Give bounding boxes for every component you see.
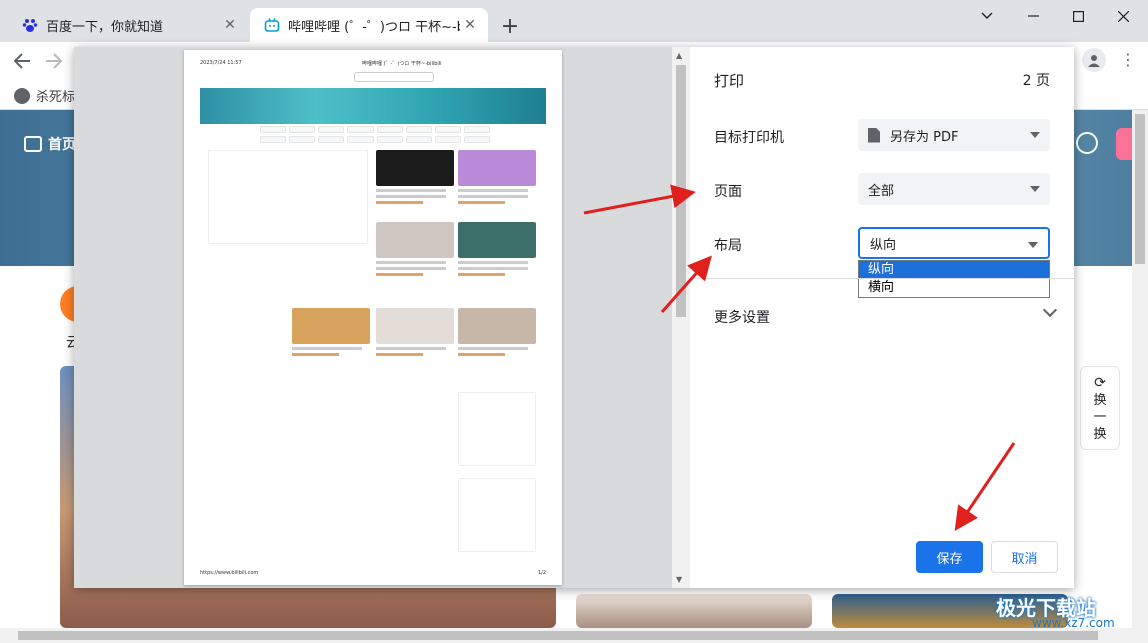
more-settings-toggle[interactable]: 更多设置 xyxy=(714,307,770,327)
watermark-url: www.xz7.com xyxy=(1032,616,1115,628)
document-icon xyxy=(868,127,880,143)
preview-feature-box xyxy=(208,150,368,244)
preview-footer-url: https://www.bilibili.com xyxy=(200,570,259,576)
baidu-paw-icon xyxy=(22,17,38,33)
swap-button[interactable]: ⟳ 换 一 换 xyxy=(1080,366,1120,450)
tab-baidu[interactable]: 百度一下，你就知道 ✕ xyxy=(8,8,248,42)
layout-option-portrait[interactable]: 纵向 xyxy=(859,261,1049,279)
bilibili-tv-icon xyxy=(264,17,280,33)
preview-video-card xyxy=(292,308,370,356)
page-count: 2 页 xyxy=(1022,73,1050,89)
preview-video-card xyxy=(458,308,536,356)
swap-label: 换 xyxy=(1093,427,1107,442)
preview-placeholder-card xyxy=(458,478,536,552)
preview-video-card xyxy=(376,150,454,204)
print-settings-panel: 打印 2 页 目标打印机 另存为 PDF 页面 全部 布局 纵向 纵向 横向 更… xyxy=(690,47,1074,588)
back-arrow-icon[interactable] xyxy=(8,47,36,75)
destination-value: 另存为 PDF xyxy=(890,129,959,145)
new-tab-button[interactable]: + xyxy=(498,14,522,39)
dialog-title: 打印 xyxy=(714,72,745,90)
pages-label: 页面 xyxy=(714,184,742,200)
refresh-icon: ⟳ xyxy=(1094,375,1106,391)
preview-placeholder-card xyxy=(458,392,536,466)
scroll-up-icon[interactable]: ▲ xyxy=(676,51,682,60)
preview-video-card xyxy=(376,222,454,276)
menu-kebab-icon[interactable]: ⋮ xyxy=(1120,50,1136,69)
preview-video-card xyxy=(376,308,454,356)
close-window-icon[interactable] xyxy=(1100,0,1146,32)
preview-footer-page: 1/2 xyxy=(538,570,547,576)
caret-down-icon xyxy=(1030,132,1040,138)
scroll-down-icon[interactable]: ▼ xyxy=(676,575,682,584)
tab-strip: 百度一下，你就知道 ✕ 哔哩哔哩 (゜-゜)つロ 干杯~-bilibili ✕ … xyxy=(0,0,1148,42)
tab-title: 哔哩哔哩 (゜-゜)つロ 干杯~-bilibili xyxy=(288,19,460,35)
caret-down-icon xyxy=(1030,186,1040,192)
layout-value: 纵向 xyxy=(870,237,897,253)
tab-title: 百度一下，你就知道 xyxy=(46,19,164,35)
bilibili-tv-icon xyxy=(24,136,42,152)
globe-icon xyxy=(14,87,30,104)
video-thumbnail[interactable] xyxy=(576,594,812,628)
tab-search-icon[interactable] xyxy=(964,0,1010,32)
maximize-icon[interactable] xyxy=(1055,0,1101,32)
settings-divider xyxy=(690,278,1074,279)
preview-page: 2023/7/24 11:57 哔哩哔哩 (゜-゜)つロ 干杯~-bilibil… xyxy=(184,50,562,585)
layout-label: 布局 xyxy=(714,238,742,254)
forward-arrow-icon[interactable] xyxy=(40,47,68,75)
minimize-icon[interactable] xyxy=(1010,0,1056,32)
caret-down-icon xyxy=(1028,242,1038,248)
home-label: 首页 xyxy=(48,137,76,153)
print-dialog: 2023/7/24 11:57 哔哩哔哩 (゜-゜)つロ 干杯~-bilibil… xyxy=(74,47,1074,588)
preview-date: 2023/7/24 11:57 xyxy=(200,60,242,66)
layout-dropdown: 纵向 横向 xyxy=(858,260,1050,298)
preview-title: 哔哩哔哩 (゜-゜)つロ 干杯~-bilibili xyxy=(362,61,442,67)
pages-value: 全部 xyxy=(868,183,895,199)
pages-select[interactable]: 全部 xyxy=(858,173,1050,205)
swap-label: 换 xyxy=(1093,393,1107,408)
layout-select[interactable]: 纵向 xyxy=(858,227,1050,259)
destination-label: 目标打印机 xyxy=(714,130,784,146)
lightbulb-icon[interactable] xyxy=(1076,132,1098,154)
home-link[interactable]: 首页 xyxy=(24,134,76,154)
profile-avatar-icon[interactable] xyxy=(1082,48,1106,72)
page-vertical-scrollbar[interactable] xyxy=(1132,110,1148,628)
layout-option-landscape[interactable]: 横向 xyxy=(859,279,1049,297)
upload-tab[interactable] xyxy=(1116,128,1132,160)
close-tab-icon[interactable]: ✕ xyxy=(460,15,480,35)
tab-bilibili[interactable]: 哔哩哔哩 (゜-゜)つロ 干杯~-bilibili ✕ xyxy=(250,8,488,42)
page-horizontal-scrollbar[interactable] xyxy=(0,628,1148,643)
preview-video-card xyxy=(458,150,536,204)
preview-banner xyxy=(200,88,546,124)
preview-scrollbar[interactable]: ▲ ▼ xyxy=(672,47,690,588)
print-preview: 2023/7/24 11:57 哔哩哔哩 (゜-゜)つロ 干杯~-bilibil… xyxy=(74,47,690,588)
preview-search-box xyxy=(354,72,434,82)
close-tab-icon[interactable]: ✕ xyxy=(220,15,240,35)
cancel-button[interactable]: 取消 xyxy=(991,541,1058,573)
preview-category-chips xyxy=(260,126,490,143)
save-button[interactable]: 保存 xyxy=(916,541,983,573)
destination-select[interactable]: 另存为 PDF xyxy=(858,119,1050,151)
swap-label: 一 xyxy=(1093,410,1107,425)
chevron-down-icon[interactable] xyxy=(1042,302,1058,318)
preview-video-card xyxy=(458,222,536,276)
